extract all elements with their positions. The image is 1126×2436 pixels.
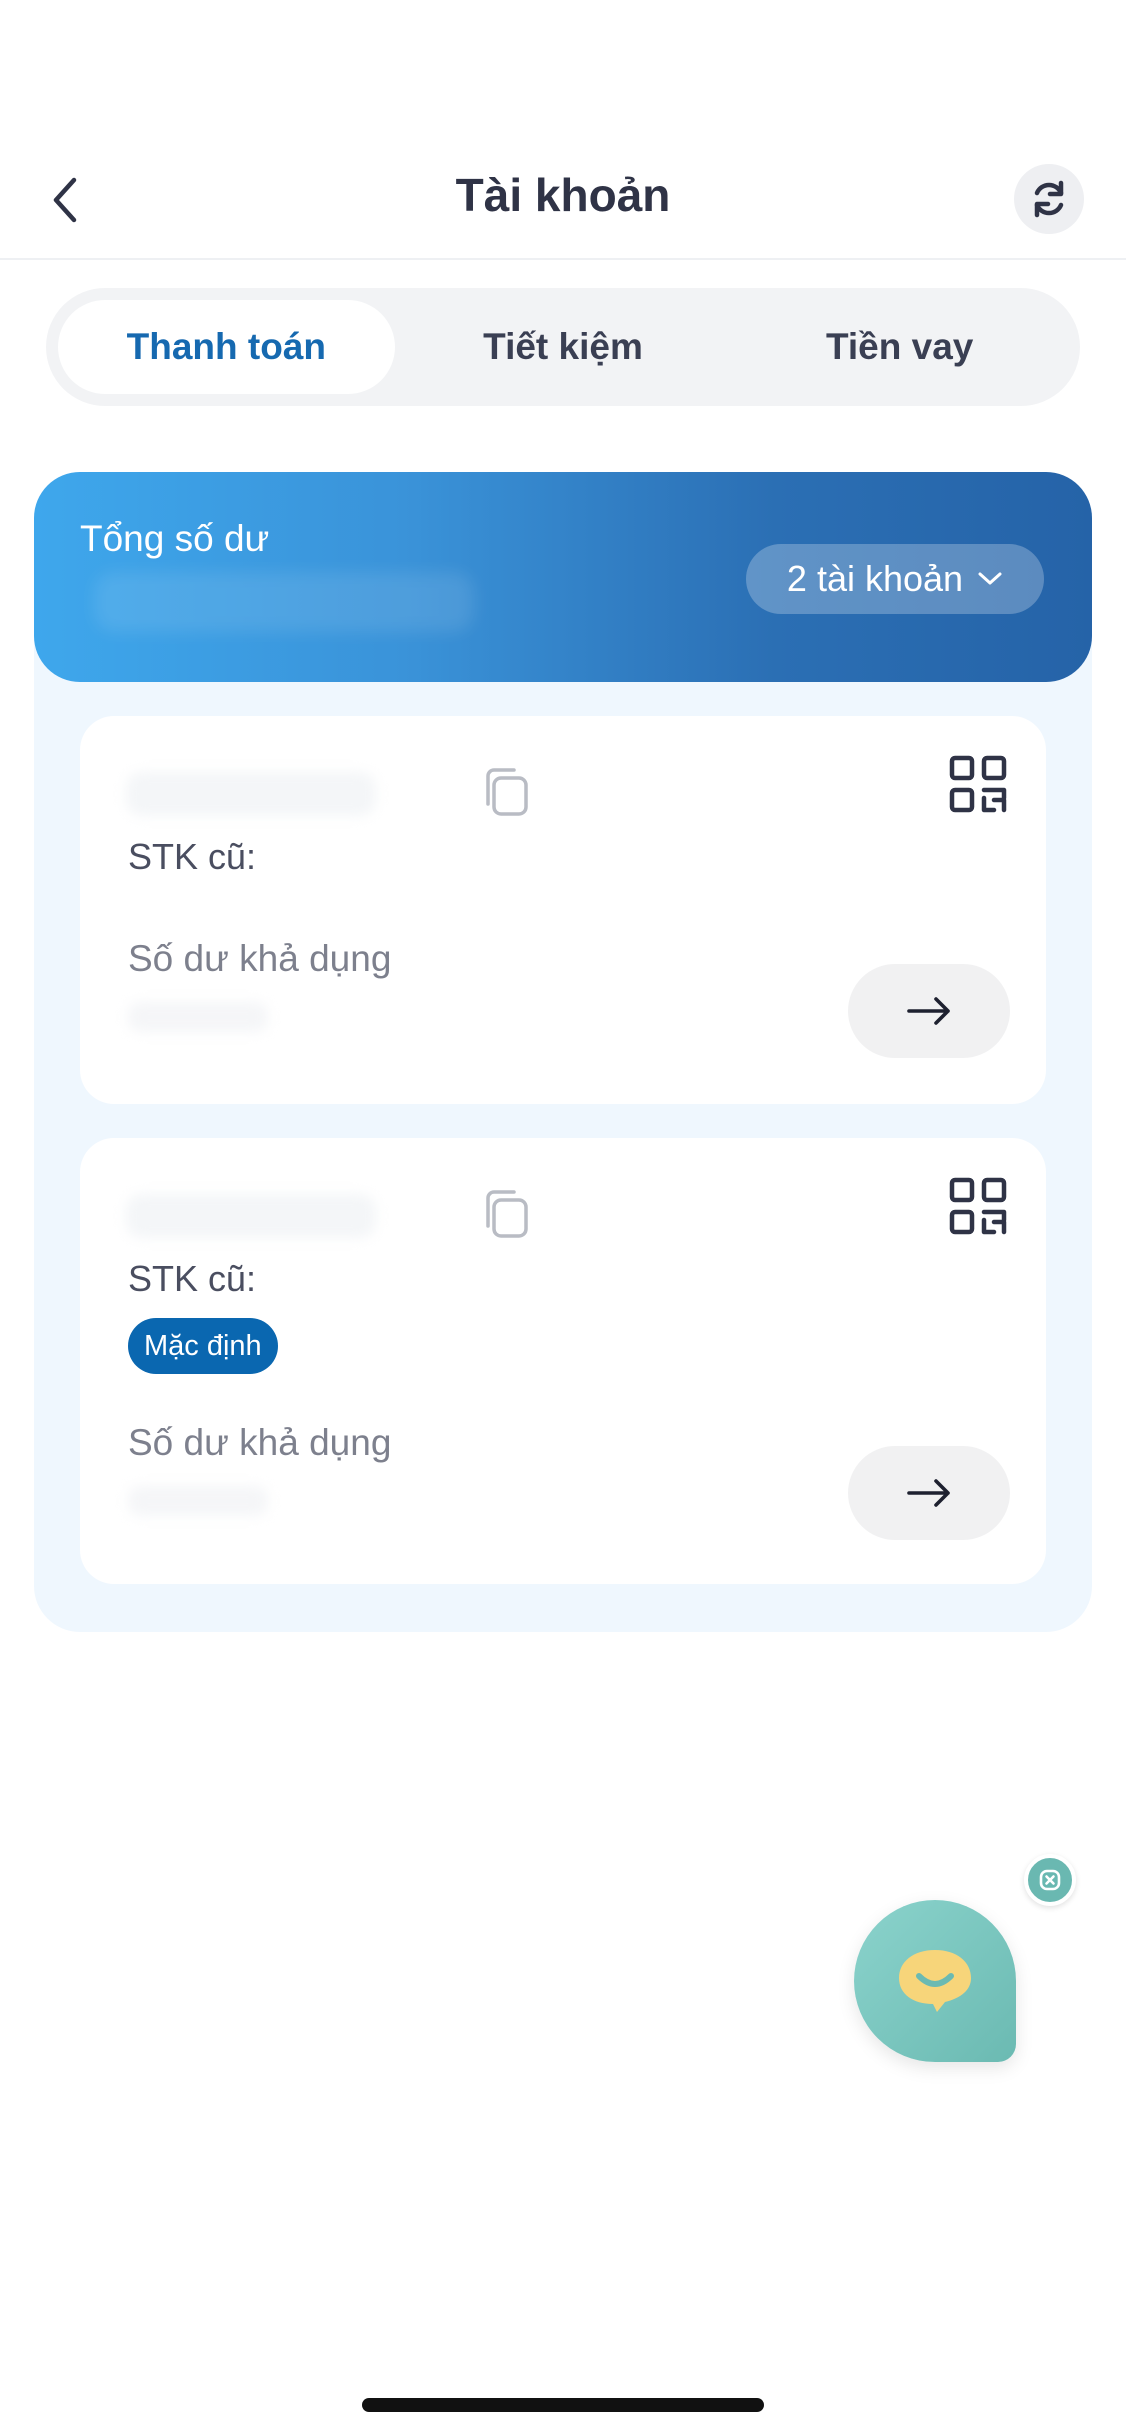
qr-code-icon[interactable] [948, 1176, 1008, 1236]
close-icon [1039, 1869, 1061, 1891]
chat-close-button[interactable] [1024, 1854, 1076, 1906]
arrow-right-icon [907, 997, 950, 1025]
copy-icon[interactable] [478, 1184, 534, 1244]
status-bar [0, 0, 1126, 140]
account-type-tabs: Thanh toán Tiết kiệm Tiền vay [46, 288, 1080, 406]
old-account-number-label: STK cũ: [128, 1258, 257, 1299]
account-card: STK cũ: Số dư khả dụng [80, 716, 1046, 1104]
top-app-bar: Tài khoản [0, 140, 1126, 260]
accounts-screen: Tài khoản Thanh toán Tiết kiệm Tiền vay … [0, 0, 1126, 2436]
balance-section: Tổng số dư 2 tài khoản STK cũ: Số dư khả… [34, 472, 1092, 1632]
total-balance-value-hidden [94, 572, 474, 632]
available-balance-hidden [128, 1486, 268, 1516]
total-balance-card: Tổng số dư 2 tài khoản [34, 472, 1092, 682]
account-detail-button[interactable] [848, 1446, 1010, 1540]
copy-icon[interactable] [478, 762, 534, 822]
account-card: STK cũ: Mặc định Số dư khả dụng [80, 1138, 1046, 1584]
qr-code-icon[interactable] [948, 754, 1008, 814]
default-account-badge: Mặc định [128, 1318, 278, 1374]
home-indicator [362, 2398, 764, 2412]
available-balance-label: Số dư khả dụng [128, 1422, 392, 1463]
refresh-button[interactable] [1014, 164, 1084, 234]
arrow-right-icon [907, 1479, 950, 1507]
old-account-number-label: STK cũ: [128, 836, 257, 877]
refresh-icon [1034, 180, 1064, 218]
account-count-label: 2 tài khoản [786, 558, 964, 599]
account-count-dropdown[interactable]: 2 tài khoản [746, 544, 1044, 614]
page-title: Tài khoản [455, 169, 671, 221]
chat-assistant-button[interactable] [854, 1900, 1016, 2062]
total-balance-label: Tổng số dư [80, 518, 270, 559]
chat-icon [899, 1950, 971, 2012]
tab-thanh-toan[interactable]: Thanh toán [58, 300, 395, 394]
chevron-down-icon [978, 572, 1002, 585]
account-detail-button[interactable] [848, 964, 1010, 1058]
account-number-hidden [126, 772, 376, 816]
available-balance-hidden [128, 1002, 268, 1032]
account-number-hidden [126, 1194, 376, 1238]
available-balance-label: Số dư khả dụng [128, 938, 392, 979]
tab-tiet-kiem[interactable]: Tiết kiệm [395, 300, 732, 394]
tab-tien-vay[interactable]: Tiền vay [731, 300, 1068, 394]
